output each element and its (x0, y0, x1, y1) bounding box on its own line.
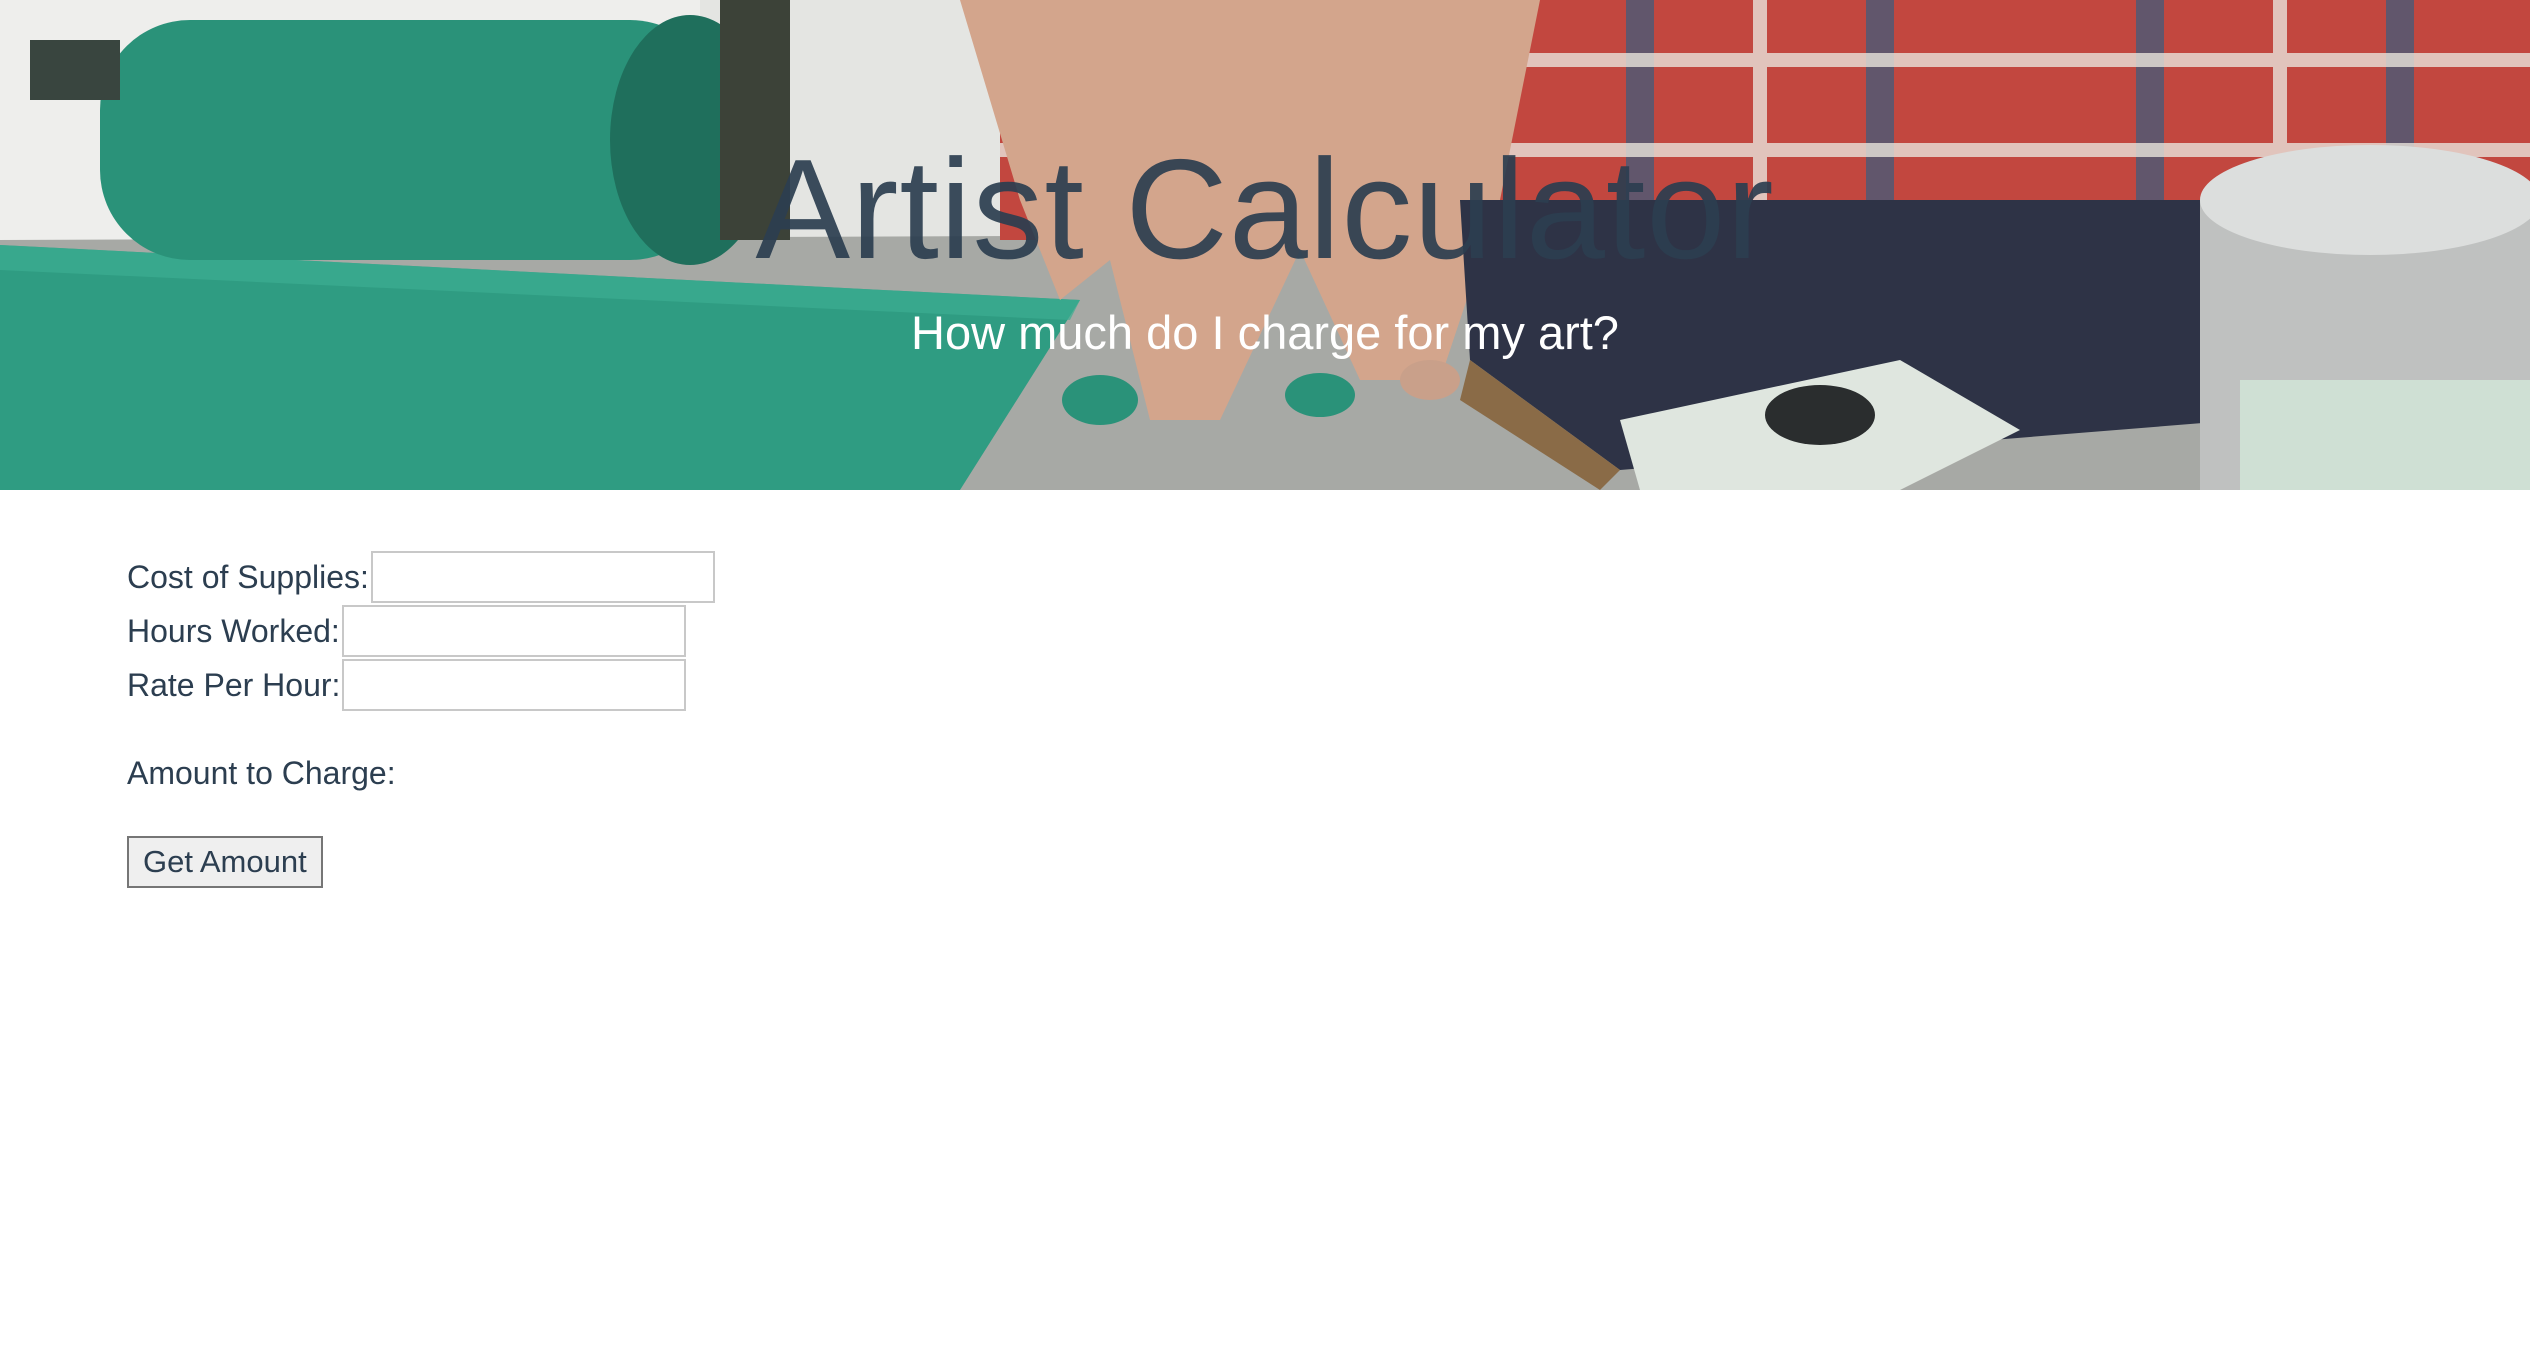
supplies-input[interactable] (370, 551, 715, 603)
supplies-row: Cost of Supplies: (127, 550, 715, 604)
hero-banner: Artist Calculator How much do I charge f… (0, 0, 2530, 490)
rate-input[interactable] (342, 659, 687, 711)
rate-label: Rate Per Hour: (127, 666, 341, 703)
amount-result: Amount to Charge: (127, 746, 715, 800)
hours-label: Hours Worked: (127, 612, 340, 649)
page-subtitle: How much do I charge for my art? (911, 306, 1619, 359)
amount-label: Amount to Charge: (127, 754, 396, 791)
hours-input[interactable] (341, 605, 686, 657)
hours-row: Hours Worked: (127, 604, 715, 658)
calculator-form: Cost of Supplies: Hours Worked: Rate Per… (127, 550, 715, 888)
page-title: Artist Calculator (755, 130, 1775, 289)
rate-row: Rate Per Hour: (127, 658, 715, 712)
supplies-label: Cost of Supplies: (127, 558, 369, 595)
get-amount-button[interactable]: Get Amount (127, 836, 323, 888)
